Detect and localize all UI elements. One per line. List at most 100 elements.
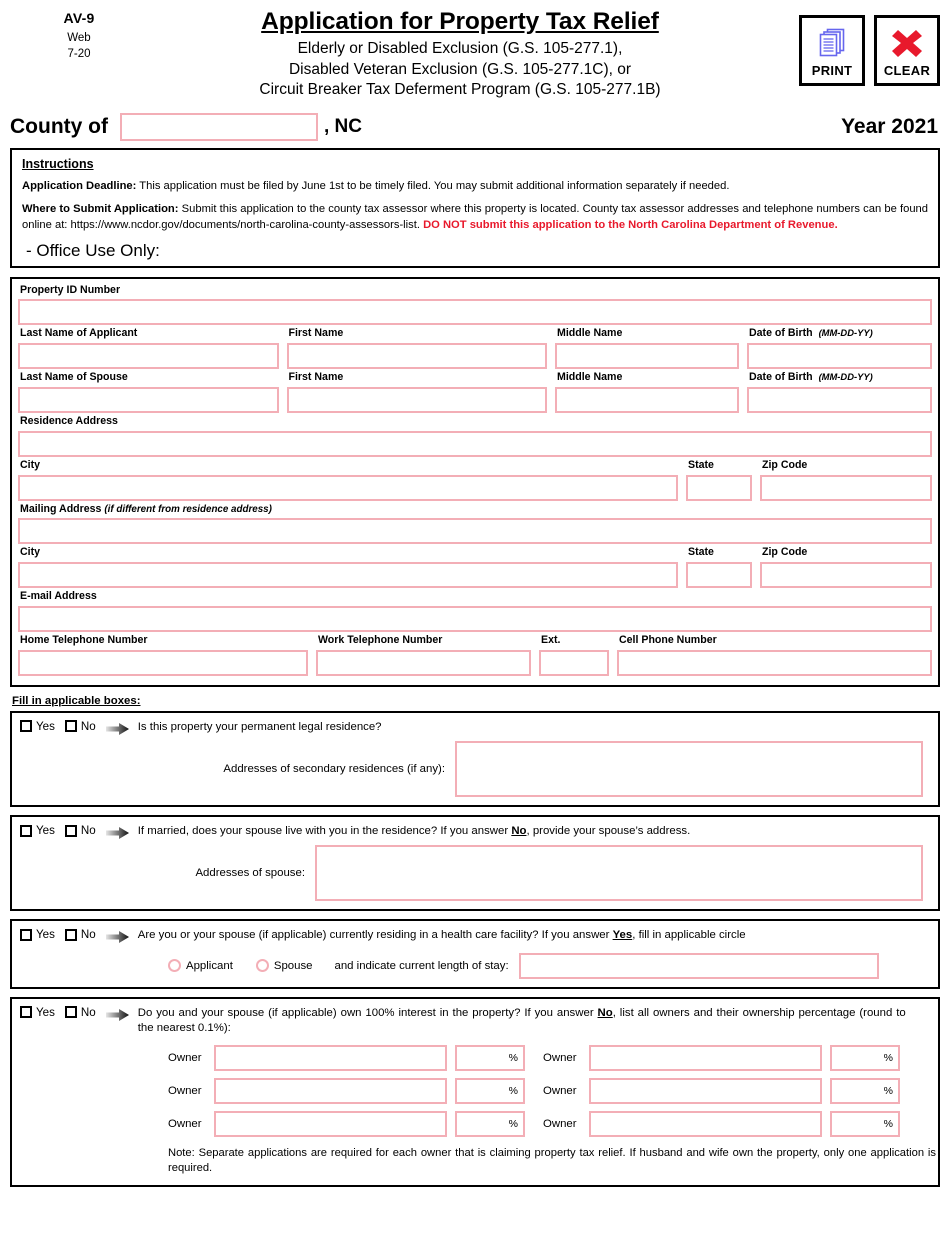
instructions-heading: Instructions xyxy=(22,157,94,171)
mailing-address-input[interactable] xyxy=(18,518,932,545)
q3-yes-option[interactable]: Yes xyxy=(20,928,55,941)
q3-yes-checkbox[interactable] xyxy=(20,928,32,941)
work-phone-input[interactable] xyxy=(316,649,531,676)
county-input[interactable] xyxy=(119,113,318,141)
residence-zip-input[interactable] xyxy=(760,474,932,501)
page-title: Application for Property Tax Relief xyxy=(261,8,659,35)
q1-yes-checkbox[interactable] xyxy=(20,720,32,733)
owner-name-input-5[interactable] xyxy=(214,1110,447,1137)
owner-name-input-2[interactable] xyxy=(589,1044,822,1071)
owner-name-input-3[interactable] xyxy=(214,1077,447,1104)
cell-phone-input[interactable] xyxy=(617,649,932,676)
mailing-city-input[interactable] xyxy=(18,562,678,589)
owner-percent-cell-4[interactable]: % xyxy=(830,1077,900,1104)
form-identifier: AV-9 Web 7-20 xyxy=(24,10,134,62)
percent-symbol: % xyxy=(883,1051,893,1064)
subtitle-line-2: Disabled Veteran Exclusion (G.S. 105-277… xyxy=(288,60,632,78)
q1-yes-option[interactable]: Yes xyxy=(20,720,55,733)
q4-text-before: Do you and your spouse (if applicable) o… xyxy=(137,1006,598,1019)
q3-text-after: , fill in applicable circle xyxy=(632,929,746,942)
property-id-input[interactable] xyxy=(18,299,932,326)
owner-percent-cell-1[interactable]: % xyxy=(455,1044,525,1071)
q3-text-emphasis: Yes xyxy=(612,929,633,942)
spouse-name-row: Last Name of Spouse First Name Middle Na… xyxy=(18,371,932,414)
owner-name-input-4[interactable] xyxy=(589,1077,822,1104)
owner-name-input-1[interactable] xyxy=(214,1044,447,1071)
residence-address-input[interactable] xyxy=(18,430,932,457)
submit-label: Where to Submit Application: xyxy=(22,202,179,215)
q1-no-checkbox[interactable] xyxy=(64,720,77,733)
q2-yes-option[interactable]: Yes xyxy=(20,824,55,837)
q4-no-option[interactable]: No xyxy=(64,1006,96,1019)
applicant-first-name-input[interactable] xyxy=(286,343,547,370)
length-of-stay-input[interactable] xyxy=(518,952,879,979)
applicant-first-name-label: First Name xyxy=(288,327,344,340)
residence-city-input[interactable] xyxy=(18,474,678,501)
percent-symbol: % xyxy=(508,1051,518,1064)
mailing-state-label: State xyxy=(688,546,714,559)
ownership-note: Note: Separate applications are required… xyxy=(168,1146,936,1175)
spouse-first-name-input[interactable] xyxy=(286,387,547,414)
applicant-dob-label-text: Date of Birth xyxy=(749,327,813,340)
spouse-dob-input[interactable] xyxy=(747,387,932,414)
owner-percent-cell-2[interactable]: % xyxy=(830,1044,900,1071)
question-ownership-interest: Yes No Do you and your spouse (if applic… xyxy=(10,996,940,1187)
q4-yes-option[interactable]: Yes xyxy=(20,1006,55,1019)
form-code: AV-9 xyxy=(63,10,95,26)
q4-no-checkbox[interactable] xyxy=(64,1006,77,1019)
percent-symbol: % xyxy=(883,1084,893,1097)
ext-input[interactable] xyxy=(539,649,609,676)
q1-no-option[interactable]: No xyxy=(64,720,96,733)
applicant-radio[interactable] xyxy=(168,959,181,973)
q4-yes-checkbox[interactable] xyxy=(20,1006,32,1019)
q1-text: Is this property your permanent legal re… xyxy=(137,720,382,733)
clear-button[interactable]: CLEAR xyxy=(874,15,940,86)
subtitle-line-3: Circuit Breaker Tax Deferment Program (G… xyxy=(259,81,661,99)
residence-state-input[interactable] xyxy=(686,474,752,501)
deadline-label: Application Deadline: xyxy=(22,180,137,192)
q2-text-before: If married, does your spouse live with y… xyxy=(137,825,512,837)
applicant-information-panel: Property ID Number Last Name of Applican… xyxy=(10,276,940,687)
spouse-dob-label: Date of Birth (MM-DD-YY) xyxy=(747,371,932,385)
q2-no-checkbox[interactable] xyxy=(64,824,77,837)
secondary-residences-input[interactable] xyxy=(455,741,923,797)
q3-no-option[interactable]: No xyxy=(64,928,96,942)
mailing-address-label-text: Mailing Address xyxy=(20,502,102,515)
spouse-address-input[interactable] xyxy=(315,845,923,902)
owner-percent-cell-3[interactable]: % xyxy=(455,1077,525,1104)
q3-no-label: No xyxy=(80,928,96,942)
mailing-state-input[interactable] xyxy=(686,562,752,589)
q2-yes-checkbox[interactable] xyxy=(20,824,32,837)
q3-text: Are you or your spouse (if applicable) c… xyxy=(138,928,746,943)
q2-sub-label: Addresses of spouse: xyxy=(195,867,305,880)
property-id-label: Property ID Number xyxy=(20,283,121,296)
spouse-first-name-label: First Name xyxy=(288,371,344,384)
spouse-last-name-input[interactable] xyxy=(18,387,279,414)
mailing-city-state-zip-row: City State Zip Code xyxy=(18,546,932,589)
q3-yes-label: Yes xyxy=(36,928,55,942)
spouse-radio[interactable] xyxy=(255,959,269,973)
spouse-middle-name-input[interactable] xyxy=(555,387,739,414)
close-icon xyxy=(890,22,924,62)
owner-percent-cell-5[interactable]: % xyxy=(455,1110,525,1137)
applicant-dob-input[interactable] xyxy=(747,343,932,370)
form-revision-date: 7-20 xyxy=(67,47,91,60)
residence-state-label: State xyxy=(688,458,714,471)
spouse-last-name-label: Last Name of Spouse xyxy=(20,371,128,384)
applicant-last-name-input[interactable] xyxy=(18,343,279,370)
phone-row: Home Telephone Number Work Telephone Num… xyxy=(18,634,932,676)
question-permanent-residence: Yes No Is this property your permanent l… xyxy=(10,710,940,807)
owner-name-input-6[interactable] xyxy=(589,1110,822,1137)
email-field[interactable] xyxy=(18,605,932,632)
home-phone-input[interactable] xyxy=(18,649,308,676)
q2-no-label: No xyxy=(80,824,96,837)
question-spouse-residence: Yes No If married, does your spouse live… xyxy=(10,815,940,912)
owner-percent-cell-6[interactable]: % xyxy=(830,1110,900,1137)
owner-label: Owner xyxy=(543,1051,577,1064)
q3-no-checkbox[interactable] xyxy=(64,928,77,941)
print-button[interactable]: PRINT xyxy=(799,15,865,86)
title-block: Application for Property Tax Relief Elde… xyxy=(140,8,780,101)
applicant-middle-name-input[interactable] xyxy=(555,343,739,370)
q2-no-option[interactable]: No xyxy=(64,824,96,837)
mailing-zip-input[interactable] xyxy=(760,562,932,589)
